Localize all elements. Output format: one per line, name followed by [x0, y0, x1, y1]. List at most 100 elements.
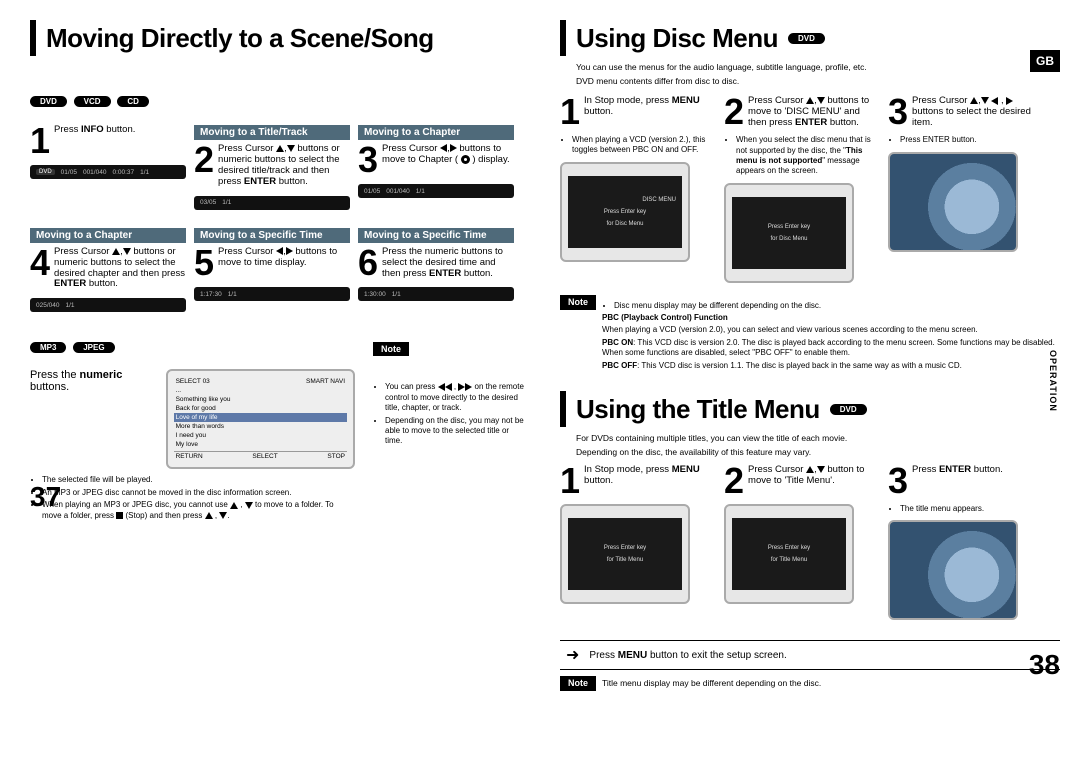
mp3-row: My love	[174, 440, 347, 449]
step-text: Press Cursor , buttons to move to Chapte…	[382, 144, 514, 166]
bar-val: 1:30:00	[364, 291, 386, 298]
bar-val: 1/1	[66, 302, 75, 309]
dm-note-block: Note Disc menu display may be different …	[560, 295, 1060, 373]
exit-text: Press MENU button to exit the setup scre…	[589, 650, 786, 661]
badge-mp3: MP3	[30, 342, 66, 353]
step-num: 5	[194, 247, 214, 279]
badges-top: DVD VCD CD	[30, 96, 530, 107]
step-header: Moving to a Specific Time	[194, 228, 350, 243]
titlemenu-steps: 1 In Stop mode, press MENU button. Press…	[560, 465, 1060, 620]
bar-val: 0:00:37	[112, 169, 134, 176]
bar-val: 03/05	[200, 199, 216, 206]
step-header: Moving to a Chapter	[358, 125, 514, 140]
info-bar: DVD 01/05 001/040 0:00:37 1/1	[30, 165, 186, 179]
left-title: Moving Directly to a Scene/Song	[46, 23, 434, 54]
step-text: Press Cursor , , buttons to select the d…	[912, 96, 1044, 129]
bottom-bullets: The selected file will be played. An MP3 …	[30, 475, 355, 521]
step-header: Moving to a Specific Time	[358, 228, 514, 243]
info-bar: 1:30:00 1/1	[358, 287, 514, 301]
step-num: 2	[724, 96, 744, 128]
dm-step-2: 2 Press Cursor , buttons to move to 'DIS…	[724, 96, 880, 282]
bullet: The selected file will be played.	[42, 475, 355, 485]
dm-tv-line: for Disc Menu	[770, 236, 807, 242]
left-title-bar: Moving Directly to a Scene/Song	[30, 20, 530, 56]
step-header: Moving to a Chapter	[30, 228, 186, 243]
step-text: Press Cursor , buttons or numeric button…	[218, 144, 350, 188]
exit-bar: ➜ Press MENU button to exit the setup sc…	[560, 640, 1060, 670]
step-6: Moving to a Specific Time 6 Press the nu…	[358, 228, 514, 313]
discmenu-title: Using Disc Menu	[576, 23, 778, 54]
step-text: Press Cursor , buttons or numeric button…	[54, 247, 186, 291]
tm-tv-line: Press Enter key	[768, 545, 810, 551]
mp3-footer-btn: STOP	[327, 453, 345, 460]
mp3-footer-btn: RETURN	[176, 453, 203, 460]
bar-val: 1/1	[140, 169, 149, 176]
note-line: PBC ON: This VCD disc is version 2.0. Th…	[602, 338, 1060, 359]
press-numeric-text: Press the numeric buttons.	[30, 369, 150, 393]
dm-tv-2: Press Enter key for Disc Menu	[724, 183, 854, 283]
note-line: When playing a VCD (version 2.0), you ca…	[602, 325, 1060, 335]
bullet: The title menu appears.	[900, 504, 1044, 514]
dm-tv-line: Press Enter key	[768, 224, 810, 230]
left-page: Moving Directly to a Scene/Song DVD VCD …	[30, 20, 530, 523]
step-num: 2	[724, 465, 744, 497]
discmenu-steps: 1 In Stop mode, press MENU button. When …	[560, 96, 1060, 282]
bullet: An MP3 or JPEG disc cannot be moved in t…	[42, 488, 355, 498]
bar-val: 01/05	[364, 188, 380, 195]
step-text: Press Cursor , button to move to 'Title …	[748, 465, 880, 487]
tm-tv-image	[888, 520, 1018, 620]
dm-tv-line: for Disc Menu	[606, 221, 643, 227]
title-accent	[30, 20, 36, 56]
step-num: 4	[30, 247, 50, 279]
dm-bul-3: Press ENTER button.	[888, 135, 1044, 145]
dm-bul-1: When playing a VCD (version 2.), this to…	[560, 135, 716, 156]
tm-intro1: For DVDs containing multiple titles, you…	[576, 433, 1060, 443]
note-bullets: You can press , on the remote control to…	[373, 382, 528, 446]
step-3: Moving to a Chapter 3 Press Cursor , but…	[358, 125, 514, 210]
mp3-footer-btn: SELECT	[252, 453, 277, 460]
step-num: 1	[30, 125, 50, 157]
info-bar: 03/05 1/1	[194, 196, 350, 210]
bar-val: 01/05	[61, 169, 77, 176]
note-line: PBC OFF: This VCD disc is version 1.1. T…	[602, 361, 1060, 371]
tm-note-text: Title menu display may be different depe…	[602, 678, 821, 689]
bar-val: 025/040	[36, 302, 60, 309]
corner-tag: GB	[1030, 50, 1060, 72]
mp3-list-screen: SELECT 03 SMART NAVI ...Something like y…	[166, 369, 355, 469]
step-5: Moving to a Specific Time 5 Press Cursor…	[194, 228, 350, 313]
note-label: Note	[373, 342, 409, 356]
step-text: Press Cursor , buttons to move to time d…	[218, 247, 350, 269]
step-row-1: 1 Press INFO button. DVD 01/05 001/040 0…	[30, 125, 530, 210]
dm-step-1: 1 In Stop mode, press MENU button. When …	[560, 96, 716, 282]
badge-vcd: VCD	[74, 96, 111, 107]
exit-arrow-icon: ➜	[566, 645, 579, 665]
dm-step-3: 3 Press Cursor , , buttons to select the…	[888, 96, 1044, 282]
titlemenu-title: Using the Title Menu	[576, 394, 820, 425]
badge-dvd: DVD	[30, 96, 67, 107]
bullet: When playing a VCD (version 2.), this to…	[572, 135, 716, 156]
mp3-row: Love of my life	[174, 413, 347, 422]
bar-val: 1/1	[222, 199, 231, 206]
discmenu-intro2: DVD menu contents differ from disc to di…	[576, 76, 1060, 86]
mp3-row: Something like you	[174, 395, 347, 404]
tm-tv-1: Press Enter key for Title Menu	[560, 504, 690, 604]
tm-step-3: 3 Press ENTER button. The title menu app…	[888, 465, 1044, 620]
dm-tv-line: Press Enter key	[604, 209, 646, 215]
dm-tv-image	[888, 152, 1018, 252]
mp3-row: More than words	[174, 422, 347, 431]
step-4: Moving to a Chapter 4 Press Cursor , but…	[30, 228, 186, 313]
note-line: Disc menu display may be different depen…	[614, 301, 1060, 311]
dm-tv-top: DISC MENU	[642, 197, 676, 203]
bar-chip: DVD	[36, 169, 55, 175]
tm-note: Note Title menu display may be different…	[560, 676, 1060, 691]
title-accent	[560, 20, 566, 56]
tm-tv-line: for Title Menu	[771, 557, 807, 563]
step-num: 6	[358, 247, 378, 279]
mp3-row: I need you	[174, 431, 347, 440]
step-num: 3	[888, 465, 908, 497]
bullet: Depending on the disc, you may not be ab…	[385, 416, 528, 447]
step-row-2: Moving to a Chapter 4 Press Cursor , but…	[30, 228, 530, 313]
bullet: When playing an MP3 or JPEG disc, you ca…	[42, 500, 355, 521]
bullet: When you select the disc menu that is no…	[736, 135, 880, 177]
discmenu-title-bar: Using Disc Menu DVD	[560, 20, 1060, 56]
